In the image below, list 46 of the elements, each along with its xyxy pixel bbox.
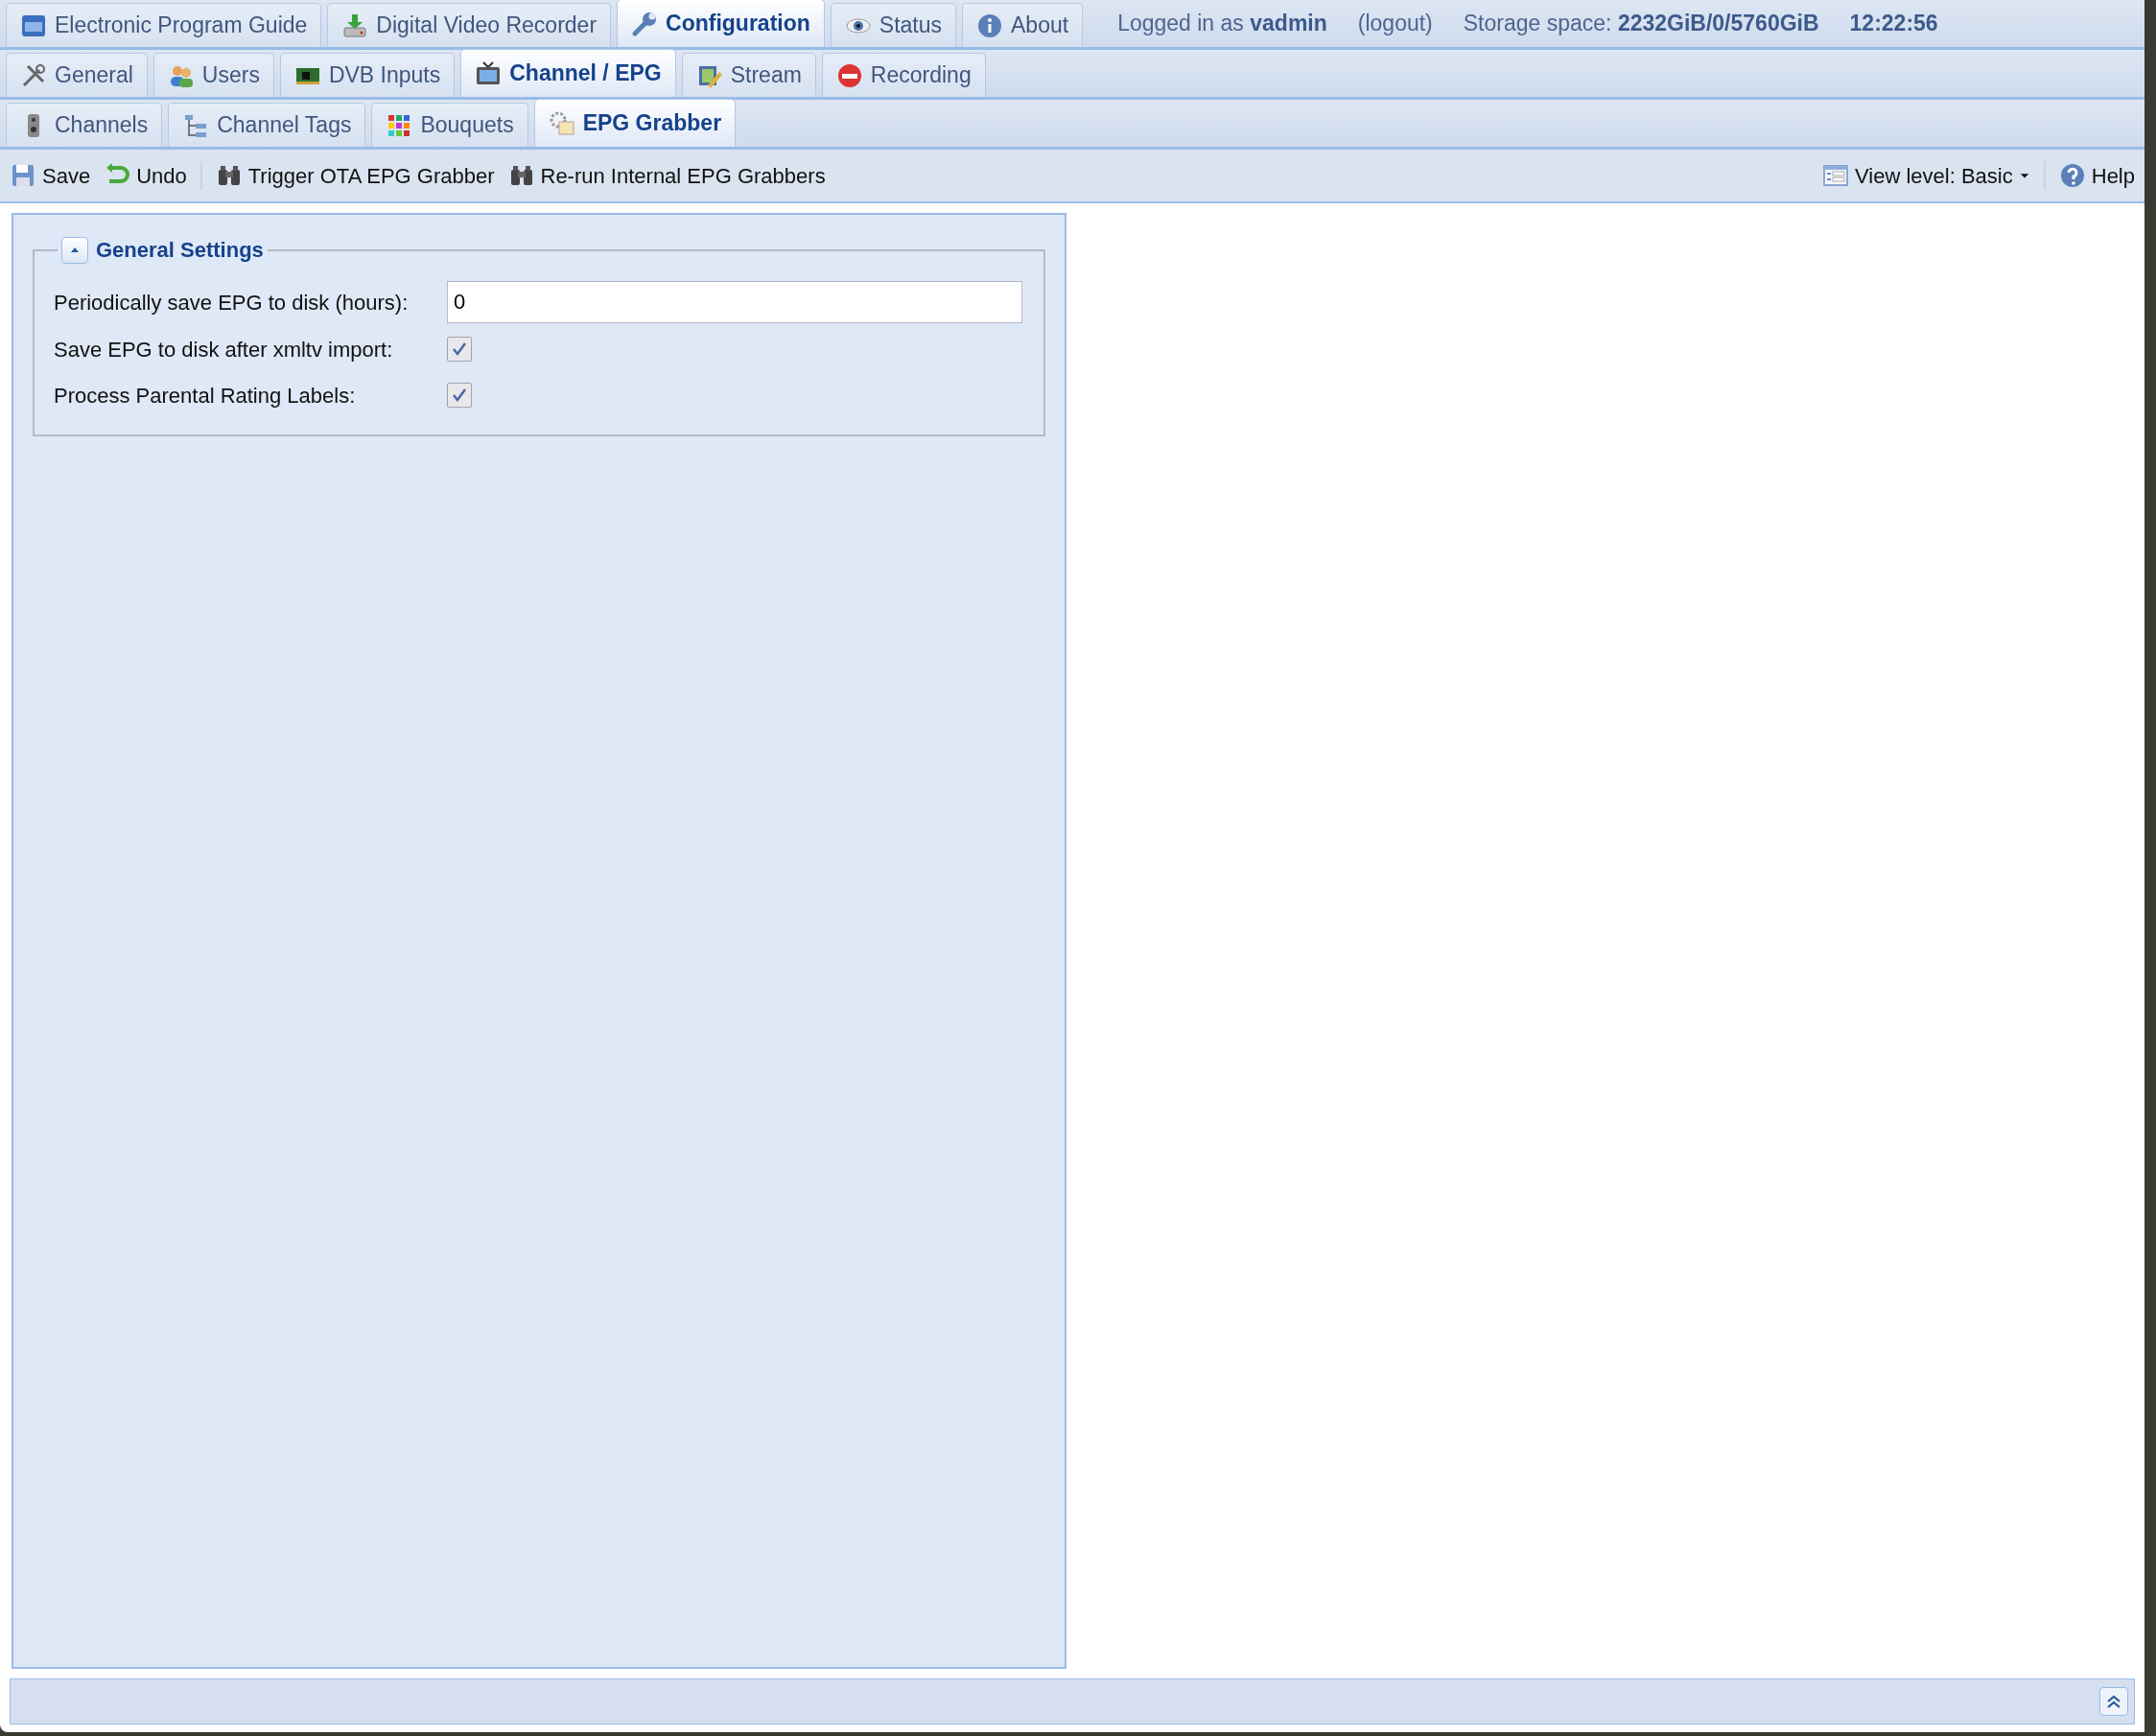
tab[interactable]: Bouquets — [371, 103, 528, 147]
toolbar-button[interactable]: Save — [10, 159, 91, 192]
toolbar-button[interactable]: Re-run Internal EPG Grabbers — [507, 159, 826, 192]
double-chevron-up-icon — [2105, 1693, 2122, 1710]
tab[interactable]: Configuration — [617, 0, 825, 47]
fieldset-title: General Settings — [96, 237, 264, 264]
login-status: Logged in as vadmin — [1117, 10, 1327, 38]
tab[interactable]: Users — [152, 53, 274, 97]
tab[interactable]: General — [6, 53, 148, 97]
check-mark-icon — [451, 387, 468, 404]
toolbar-button[interactable]: Trigger OTA EPG Grabber — [215, 159, 495, 192]
gear-calendar-icon — [548, 109, 575, 137]
tv-icon — [475, 59, 503, 87]
help-icon — [2058, 162, 2086, 189]
tab[interactable]: Channel / EPG — [460, 49, 676, 97]
field-label: Process Parental Rating Labels: — [54, 382, 357, 410]
tools-icon — [20, 61, 47, 89]
storage-space: Storage space: 2232GiB/0/5760GiB — [1463, 10, 1819, 38]
tab[interactable]: Recording — [821, 53, 986, 97]
field-label: Periodically save EPG to disk (hours): — [54, 289, 410, 317]
check-mark-icon — [451, 340, 468, 358]
tab[interactable]: Digital Video Recorder — [327, 3, 612, 47]
tab[interactable]: About — [962, 3, 1084, 47]
info-icon — [976, 12, 1003, 39]
download-icon — [341, 12, 369, 39]
record-icon — [835, 61, 863, 89]
scroll-up-button[interactable] — [2099, 1687, 2128, 1716]
help-button[interactable]: Help — [2058, 159, 2135, 192]
tab[interactable]: Stream — [681, 53, 816, 97]
checkbox[interactable] — [447, 383, 472, 408]
clock-time: 12:22:56 — [1849, 10, 1938, 38]
tab[interactable]: EPG Grabber — [533, 99, 737, 147]
toolbar-button[interactable]: Undo — [104, 159, 187, 192]
input-field[interactable]: 0 — [447, 281, 1022, 323]
tab[interactable]: DVB Inputs — [279, 53, 456, 97]
wrench-icon — [631, 10, 659, 37]
logout-link[interactable]: (logout) — [1357, 7, 1433, 40]
tab[interactable]: Channels — [6, 103, 163, 147]
collapse-button[interactable] — [61, 236, 88, 264]
form-layout-icon — [1822, 162, 1850, 189]
field-label: Save EPG to disk after xmltv import: — [54, 336, 394, 364]
tab[interactable]: Channel Tags — [168, 103, 366, 147]
tab[interactable]: Status — [830, 3, 956, 47]
tab[interactable]: Electronic Program Guide — [6, 3, 322, 47]
view-level-dropdown[interactable]: View level: Basic — [1822, 159, 2030, 192]
checkbox[interactable] — [447, 337, 472, 362]
